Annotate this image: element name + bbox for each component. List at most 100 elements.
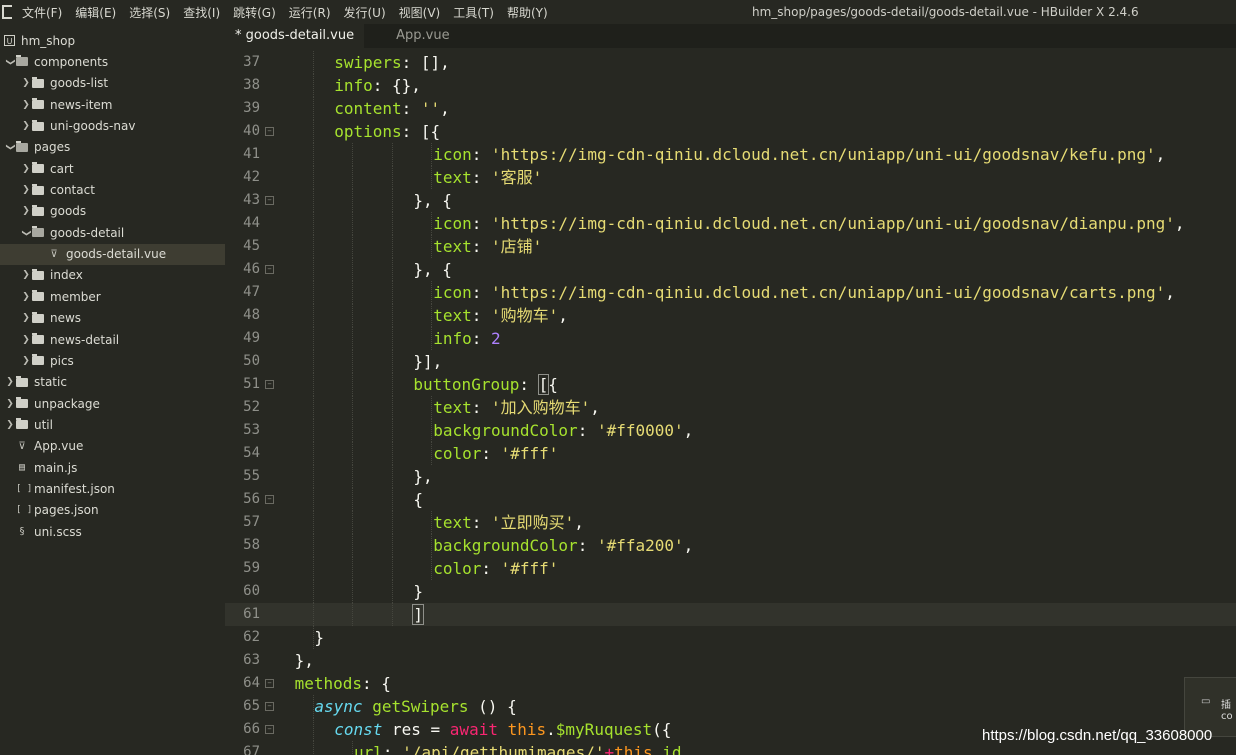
sidebar-item-main-js[interactable]: ▤ main.js bbox=[0, 457, 225, 478]
sidebar-item-label: member bbox=[50, 289, 101, 304]
chevron-right-icon[interactable]: ❯ bbox=[20, 313, 32, 323]
chevron-right-icon[interactable]: ❯ bbox=[4, 420, 16, 430]
code-line[interactable]: 54 color: '#fff' bbox=[225, 442, 1236, 465]
sidebar-item-pics[interactable]: ❯ pics bbox=[0, 350, 225, 371]
chevron-right-icon[interactable]: ❯ bbox=[4, 399, 16, 409]
fold-toggle-icon[interactable]: − bbox=[265, 127, 274, 136]
code-line[interactable]: 44 icon: 'https://img-cdn-qiniu.dcloud.ne… bbox=[225, 212, 1236, 235]
chevron-right-icon[interactable]: ❯ bbox=[4, 377, 16, 387]
code-line[interactable]: 37 swipers: [], bbox=[225, 51, 1236, 74]
chevron-right-icon[interactable]: ❯ bbox=[20, 100, 32, 110]
code-line[interactable]: 40− options: [{ bbox=[225, 120, 1236, 143]
chevron-right-icon[interactable]: ❯ bbox=[20, 292, 32, 302]
code-line[interactable]: 61] bbox=[225, 603, 1236, 626]
menu-publish[interactable]: 发行(U) bbox=[344, 4, 386, 21]
code-line[interactable]: 63}, bbox=[225, 649, 1236, 672]
sidebar-item-pages[interactable]: ❯ pages bbox=[0, 137, 225, 158]
chevron-right-icon[interactable]: ❯ bbox=[20, 270, 32, 280]
fold-toggle-icon[interactable]: − bbox=[265, 380, 274, 389]
code-line[interactable]: 56− { bbox=[225, 488, 1236, 511]
sidebar-item-goods-detail[interactable]: ❯ goods-detail bbox=[0, 222, 225, 243]
code-line[interactable]: 62} bbox=[225, 626, 1236, 649]
code-line[interactable]: 39 content: '', bbox=[225, 97, 1236, 120]
code-line[interactable]: 49 info: 2 bbox=[225, 327, 1236, 350]
indent-guide bbox=[312, 189, 314, 212]
menu-file[interactable]: 文件(F) bbox=[22, 4, 62, 21]
code-line[interactable]: 48 text: '购物车', bbox=[225, 304, 1236, 327]
chevron-right-icon[interactable]: ❯ bbox=[20, 206, 32, 216]
code-line[interactable]: 59 color: '#fff' bbox=[225, 557, 1236, 580]
code-line[interactable]: 57 text: '立即购买', bbox=[225, 511, 1236, 534]
fold-toggle-icon[interactable]: − bbox=[265, 679, 274, 688]
sidebar-item-news-detail[interactable]: ❯ news-detail bbox=[0, 329, 225, 350]
code-line[interactable]: 50}], bbox=[225, 350, 1236, 373]
menu-view[interactable]: 视图(V) bbox=[399, 4, 441, 21]
code-line[interactable]: 47 icon: 'https://img-cdn-qiniu.dcloud.ne… bbox=[225, 281, 1236, 304]
code-line[interactable]: 65− async getSwipers () { bbox=[225, 695, 1236, 718]
chevron-right-icon[interactable]: ❯ bbox=[20, 335, 32, 345]
code-line[interactable]: 60} bbox=[225, 580, 1236, 603]
code-text: text: '购物车', bbox=[433, 304, 568, 327]
code-editor[interactable]: 37 swipers: [], 38 info: {}, 39 content: '', 4… bbox=[225, 48, 1236, 755]
code-line[interactable]: 46−}, { bbox=[225, 258, 1236, 281]
menu-select[interactable]: 选择(S) bbox=[129, 4, 170, 21]
chevron-right-icon[interactable]: ❯ bbox=[20, 356, 32, 366]
chevron-right-icon[interactable]: ❯ bbox=[20, 121, 32, 131]
sidebar-item-uni-goods-nav[interactable]: ❯ uni-goods-nav bbox=[0, 115, 225, 136]
fold-toggle-icon[interactable]: − bbox=[265, 495, 274, 504]
menu-help[interactable]: 帮助(Y) bbox=[507, 4, 548, 21]
fold-toggle-icon[interactable]: − bbox=[265, 196, 274, 205]
code-line[interactable]: 41 icon: 'https://img-cdn-qiniu.dcloud.ne… bbox=[225, 143, 1236, 166]
fold-toggle-icon[interactable]: − bbox=[265, 702, 274, 711]
sidebar-item-cart[interactable]: ❯ cart bbox=[0, 158, 225, 179]
code-line[interactable]: 58 backgroundColor: '#ffa200', bbox=[225, 534, 1236, 557]
sidebar-item-app-vue[interactable]: ⊽ App.vue bbox=[0, 436, 225, 457]
menu-goto[interactable]: 跳转(G) bbox=[233, 4, 276, 21]
sidebar-item-label: static bbox=[34, 375, 67, 390]
tab-goods-detail-vue[interactable]: * goods-detail.vue bbox=[225, 24, 365, 48]
sidebar-item-unpackage[interactable]: ❯ unpackage bbox=[0, 393, 225, 414]
sidebar-item-member[interactable]: ❯ member bbox=[0, 286, 225, 307]
menu-find[interactable]: 查找(I) bbox=[183, 4, 220, 21]
sidebar-item-goods[interactable]: ❯ goods bbox=[0, 201, 225, 222]
sidebar-item-manifest-json[interactable]: [ ] manifest.json bbox=[0, 478, 225, 499]
code-line[interactable]: 43−}, { bbox=[225, 189, 1236, 212]
sidebar-item-uni-scss[interactable]: § uni.scss bbox=[0, 521, 225, 542]
chevron-right-icon[interactable]: ❯ bbox=[20, 78, 32, 88]
indent-guide bbox=[352, 166, 354, 189]
chevron-down-icon[interactable]: ❯ bbox=[5, 141, 15, 153]
sidebar-item-goods-detail-vue[interactable]: ⊽ goods-detail.vue bbox=[0, 243, 225, 265]
code-line[interactable]: 52 text: '加入购物车', bbox=[225, 396, 1236, 419]
fold-toggle-icon[interactable]: − bbox=[265, 725, 274, 734]
menu-tools[interactable]: 工具(T) bbox=[453, 4, 494, 21]
chevron-right-icon[interactable]: ❯ bbox=[20, 164, 32, 174]
sidebar-item-contact[interactable]: ❯ contact bbox=[0, 179, 225, 200]
chevron-right-icon[interactable]: ❯ bbox=[20, 185, 32, 195]
line-number: 60 bbox=[243, 583, 260, 599]
sidebar-item-news-item[interactable]: ❯ news-item bbox=[0, 94, 225, 115]
sidebar-item-components[interactable]: ❯ components bbox=[0, 51, 225, 72]
tab-app-vue[interactable]: App.vue bbox=[386, 24, 459, 48]
line-number: 57 bbox=[243, 514, 260, 530]
menu-run[interactable]: 运行(R) bbox=[289, 4, 331, 21]
menu-edit[interactable]: 编辑(E) bbox=[75, 4, 116, 21]
sidebar-item-goods-list[interactable]: ❯ goods-list bbox=[0, 73, 225, 94]
code-line[interactable]: 51− buttonGroup: [{ bbox=[225, 373, 1236, 396]
sidebar-item-hm-shop[interactable]: Uhm_shop bbox=[0, 30, 225, 51]
sidebar-item-pages-json[interactable]: [ ] pages.json bbox=[0, 500, 225, 521]
code-line[interactable]: 38 info: {}, bbox=[225, 74, 1236, 97]
sidebar-item-util[interactable]: ❯ util bbox=[0, 414, 225, 435]
code-line[interactable]: 55}, bbox=[225, 465, 1236, 488]
sidebar-item-index[interactable]: ❯ index bbox=[0, 265, 225, 286]
code-line[interactable]: 42 text: '客服' bbox=[225, 166, 1236, 189]
code-line[interactable]: 45 text: '店铺' bbox=[225, 235, 1236, 258]
code-line[interactable]: 64− methods: { bbox=[225, 672, 1236, 695]
chevron-down-icon[interactable]: ❯ bbox=[5, 56, 15, 68]
code-line[interactable]: 53 backgroundColor: '#ff0000', bbox=[225, 419, 1236, 442]
sidebar-item-news[interactable]: ❯ news bbox=[0, 308, 225, 329]
code-text: { bbox=[413, 488, 423, 511]
chevron-down-icon[interactable]: ❯ bbox=[21, 227, 31, 239]
sidebar-item-static[interactable]: ❯ static bbox=[0, 372, 225, 393]
fold-toggle-icon[interactable]: − bbox=[265, 265, 274, 274]
